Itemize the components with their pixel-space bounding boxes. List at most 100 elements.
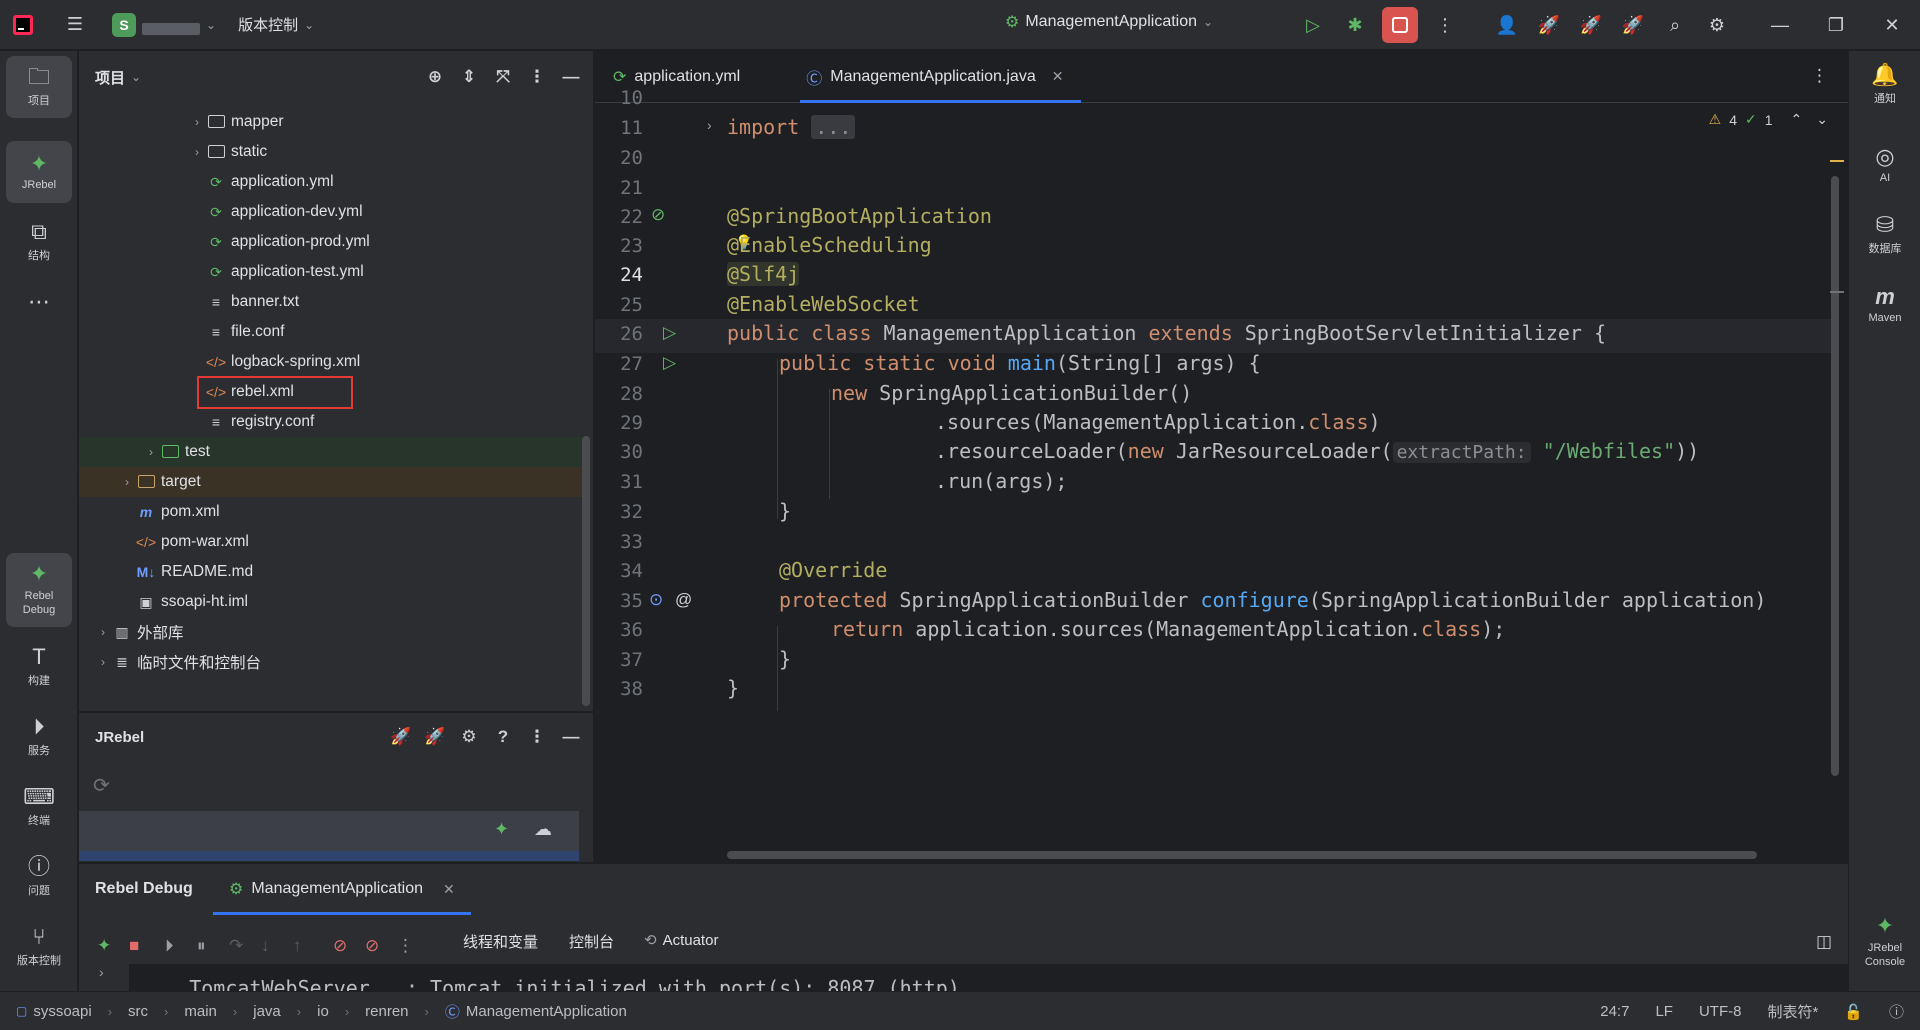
spring-bean-icon[interactable]: ⊘ [651,205,665,225]
run-gutter-icon[interactable]: ▷ [663,353,676,373]
tool-project[interactable]: 🗀 项目 [6,56,72,118]
tree-item-banner-txt[interactable]: ≡ banner.txt [79,287,584,317]
chevron-right-icon[interactable]: › [119,475,135,489]
tool-notifications[interactable]: 🔔 通知 [1853,55,1917,115]
editor-vertical-scrollbar[interactable] [1831,176,1839,776]
tree-item-test[interactable]: › test [79,437,584,467]
resume-icon[interactable]: ⏵ [165,936,174,956]
code-line-30[interactable]: .resourceLoader(new JarResourceLoader(ex… [935,439,1699,463]
options-icon[interactable]: ⋮ [525,67,549,87]
tree-item-application-yml[interactable]: ⟳ application.yml [79,167,584,197]
more-actions-icon[interactable]: ⋮ [1424,4,1466,46]
breadcrumb-item[interactable]: java [253,1003,281,1020]
debug-tab-management-application[interactable]: ⚙ ManagementApplication ✕ [229,864,455,914]
run-icon[interactable]: ▷ [1292,4,1334,46]
collapse-all-icon[interactable]: ⤧ [491,67,515,87]
code-line-31[interactable]: .run(args); [935,469,1067,493]
folded-imports[interactable]: ... [811,115,856,139]
override-icon[interactable]: ⊙ [649,590,663,610]
tool-rebel-debug[interactable]: ✦ Rebel Debug [6,553,72,627]
line-separator[interactable]: LF [1655,1003,1673,1020]
code-line-36[interactable]: return application.sources(ManagementApp… [831,617,1505,641]
tree-item-registry-conf[interactable]: ≡ registry.conf [79,407,584,437]
view-breakpoints-icon[interactable]: ⊘ [333,936,347,956]
jrebel-disabled-icon[interactable]: 🚀 [1612,4,1654,46]
project-scrollbar[interactable] [582,436,590,706]
tree-item-file-conf[interactable]: ≡ file.conf [79,317,584,347]
hide-panel-icon[interactable]: — [559,67,583,87]
mute-breakpoints-icon[interactable]: ⊘ [365,936,379,956]
run-config-selector[interactable]: ⚙ ManagementApplication ⌄ [1005,12,1213,32]
tool-problems[interactable]: ⓘ 问题 [6,846,72,908]
stop-button[interactable] [1382,7,1418,43]
tree-item-target[interactable]: › target [79,467,584,497]
chevron-right-icon[interactable]: › [189,145,205,159]
debug-icon[interactable]: ✱ [1334,4,1376,46]
help-icon[interactable]: ? [491,727,515,747]
tool-ai[interactable]: ◎ AI [1853,135,1917,195]
annotation-icon[interactable]: @ [675,590,692,610]
layout-icon[interactable]: ◫ [1816,932,1832,952]
tool-database[interactable]: ⛁ 数据库 [1853,205,1917,265]
close-icon[interactable]: ✕ [443,881,455,898]
code-line-27[interactable]: public static void main(String[] args) { [779,351,1261,375]
chevron-right-icon[interactable]: › [143,445,159,459]
inspection-widget[interactable]: ⚠ 4 ✓ 1 ⌃ ⌄ [1709,111,1828,128]
subtab-console[interactable]: 控制台 [569,931,614,952]
tab-management-application[interactable]: Ⓒ ManagementApplication.java ✕ [788,51,1082,103]
tool-maven[interactable]: m Maven [1853,275,1917,335]
rerun-icon[interactable]: ✦ [97,936,111,956]
code-line-29[interactable]: .sources(ManagementApplication.class) [935,410,1381,434]
hide-panel-icon[interactable]: — [559,727,583,747]
expand-all-icon[interactable]: ⇕ [457,67,481,87]
code-line-23[interactable]: @EnableScheduling [727,233,932,257]
editor-horizontal-scrollbar[interactable] [727,851,1757,859]
code-line-35[interactable]: protected SpringApplicationBuilder confi… [779,588,1766,612]
tree-item-pom-xml[interactable]: m pom.xml [79,497,584,527]
add-user-icon[interactable]: 👤 [1486,4,1528,46]
code-line-38[interactable]: } [727,676,739,700]
tree-item-logback-spring-xml[interactable]: </> logback-spring.xml [79,347,584,377]
jrebel-toggle-icon[interactable]: ✦ [494,819,509,840]
jrebel-refresh-icon[interactable]: ⟳ [93,773,110,798]
search-icon[interactable]: ⌕ [1654,4,1696,46]
code-line-34[interactable]: @Override [779,558,887,582]
tool-terminal[interactable]: ⌨ 终端 [6,776,72,838]
tree-item-application-dev-yml[interactable]: ⟳ application-dev.yml [79,197,584,227]
main-menu-icon[interactable]: ☰ [56,6,94,44]
indent-setting[interactable]: 制表符* [1767,1001,1818,1022]
chevron-right-icon[interactable]: › [189,115,205,129]
tree-item-mapper[interactable]: › mapper [79,107,584,137]
problems-icon[interactable]: ⓘ [1889,1001,1904,1022]
code-line-25[interactable]: @EnableWebSocket [727,292,920,316]
subtab-threads[interactable]: 线程和变量 [463,931,538,952]
subtab-actuator[interactable]: ⟲ Actuator [644,931,718,950]
tree-item-scratches[interactable]: › ≣ 临时文件和控制台 [79,647,584,677]
run-gutter-icon[interactable]: ▷ [663,323,676,343]
code-line-26[interactable]: public class ManagementApplication exten… [727,321,1606,345]
fold-chevron-icon[interactable]: › [707,117,712,133]
code-line-24[interactable]: @Slf4j [727,262,800,286]
breadcrumb-item[interactable]: src [128,1003,148,1020]
code-line-28[interactable]: new SpringApplicationBuilder() [831,381,1192,405]
chevron-down-icon[interactable]: ⌄ [131,70,141,84]
file-encoding[interactable]: UTF-8 [1699,1003,1742,1020]
more-debug-icon[interactable]: ⋮ [397,936,414,956]
lock-icon[interactable]: 🔓 [1844,1003,1863,1021]
tree-item-application-prod-yml[interactable]: ⟳ application-prod.yml [79,227,584,257]
chevron-right-icon[interactable]: › [95,655,111,669]
debug-tab-rebel-debug[interactable]: Rebel Debug [95,864,193,914]
jrebel-run-icon[interactable]: 🚀 [1528,4,1570,46]
vcs-menu[interactable]: 版本控制 ⌄ [238,14,314,35]
jrebel-debug-icon[interactable]: 🚀 [423,727,447,747]
tree-item-pom-war-xml[interactable]: </> pom-war.xml [79,527,584,557]
locate-icon[interactable]: ⊕ [423,67,447,87]
breadcrumb-item[interactable]: main [184,1003,217,1020]
chevron-up-icon[interactable]: ⌃ [1791,111,1803,128]
tree-item-iml[interactable]: ▣ ssoapi-ht.iml [79,587,584,617]
more-tools-icon[interactable]: ⋯ [6,271,72,333]
tree-item-external-libraries[interactable]: › ▥ 外部库 [79,617,584,647]
restore-icon[interactable]: ❐ [1808,0,1864,50]
tool-structure[interactable]: ⧉ 结构 [6,211,72,273]
console-expand-icon[interactable]: › [99,964,104,980]
